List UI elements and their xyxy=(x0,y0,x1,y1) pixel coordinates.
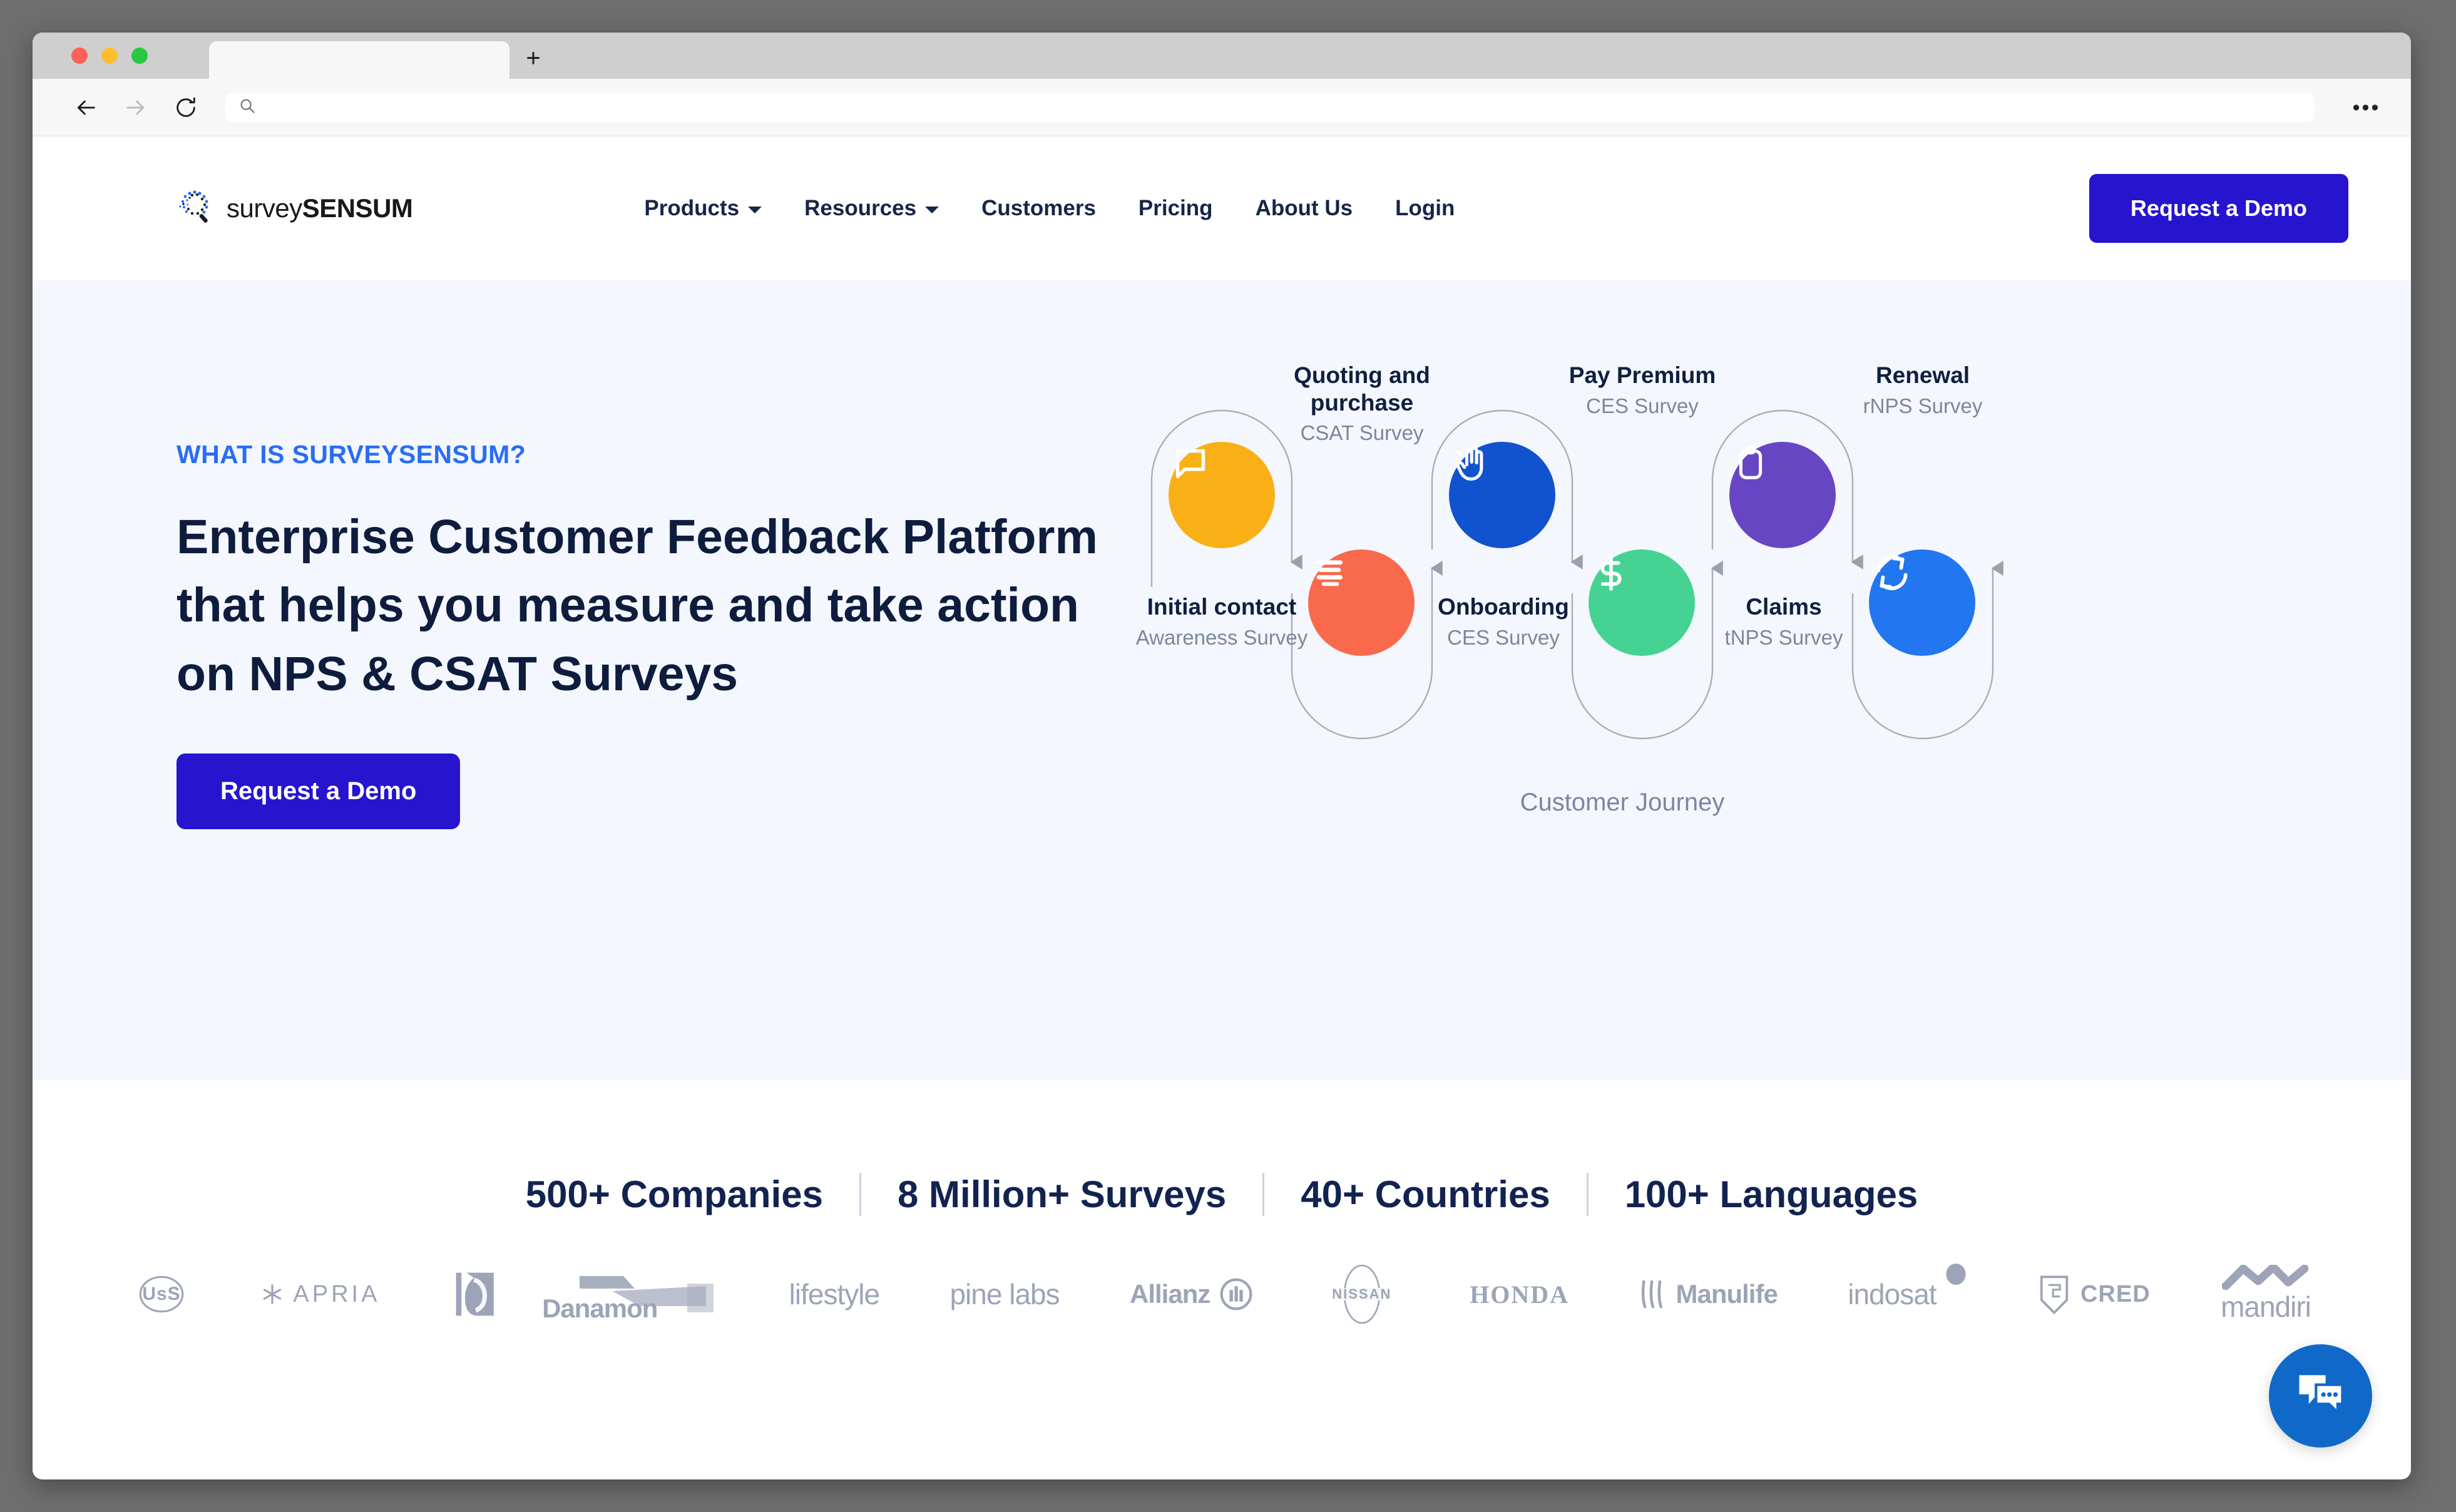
surveysensum-logo-icon xyxy=(177,188,218,229)
client-logo-lifestyle: lifestyle xyxy=(789,1260,880,1329)
client-logo-lifestyle-label: lifestyle xyxy=(789,1278,880,1310)
browser-tabstrip: + xyxy=(33,33,2411,79)
client-logo-honda: HONDA xyxy=(1470,1260,1569,1329)
client-logo-honda-label: HONDA xyxy=(1470,1280,1570,1309)
journey-label-onboarding: Onboarding CES Survey xyxy=(1438,594,1569,649)
chat-bubbles-icon xyxy=(2292,1366,2350,1426)
client-logo-strip: UsS APRIA Danamon lifestyle pine labs Al… xyxy=(33,1216,2411,1329)
forward-arrow-icon[interactable] xyxy=(121,93,150,122)
cred-shield-icon xyxy=(2040,1275,2069,1315)
journey-label-quoting-and-purchase: Quoting and purchase CSAT Survey xyxy=(1294,362,1430,445)
journey-circle-claims xyxy=(1729,442,1836,548)
client-logo-nissan: NISSAN xyxy=(1324,1260,1399,1329)
client-logo-indosat-label: indosat xyxy=(1848,1278,1937,1310)
client-logo-mark xyxy=(451,1260,504,1329)
client-logo-allianz-label: Allianz xyxy=(1130,1279,1210,1309)
window-controls xyxy=(71,48,148,64)
client-logo-manulife: Manulife xyxy=(1639,1260,1778,1329)
search-icon xyxy=(238,96,257,118)
new-tab-button[interactable]: + xyxy=(522,46,545,71)
customer-journey-diagram: Initial contact Awareness Survey Quoting… xyxy=(1136,362,2198,816)
stat-languages: 100+ Languages xyxy=(1586,1173,1955,1216)
journey-circle-onboarding xyxy=(1449,442,1555,548)
client-logo-uss-label: UsS xyxy=(142,1284,181,1304)
chevron-down-icon xyxy=(748,206,762,213)
browser-menu-button[interactable]: ••• xyxy=(2345,97,2388,118)
stats-row: 500+ Companies 8 Million+ Surveys 40+ Co… xyxy=(33,1173,2411,1216)
client-logo-pine-labs-label: pine labs xyxy=(949,1278,1060,1310)
stats-band: 500+ Companies 8 Million+ Surveys 40+ Co… xyxy=(33,1080,2411,1329)
hero-request-demo-button[interactable]: Request a Demo xyxy=(177,753,461,829)
hero-illustration: Initial contact Awareness Survey Quoting… xyxy=(1136,280,2411,1080)
journey-circle-initial-contact xyxy=(1169,442,1275,548)
client-logo-allianz: Allianz xyxy=(1130,1260,1254,1329)
stat-countries: 40+ Countries xyxy=(1262,1173,1586,1216)
header-request-demo-button[interactable]: Request a Demo xyxy=(2089,174,2348,243)
minimize-window-button[interactable] xyxy=(101,48,118,64)
chevron-down-icon xyxy=(925,206,939,213)
page-title: Enterprise Customer Feedback Platform th… xyxy=(177,510,1098,701)
hero-section: WHAT IS SURVEYSENSUM? Enterprise Custome… xyxy=(33,280,2411,1080)
maximize-window-button[interactable] xyxy=(131,48,148,64)
manulife-mark-icon xyxy=(1642,1280,1663,1309)
client-logo-mandiri: mandiri xyxy=(2221,1260,2311,1329)
nav-item-products[interactable]: Products xyxy=(644,196,762,221)
url-bar[interactable] xyxy=(225,93,2315,122)
browser-tab[interactable] xyxy=(209,41,509,79)
stat-companies: 500+ Companies xyxy=(525,1173,823,1215)
browser-toolbar: ••• xyxy=(33,79,2411,136)
site-header: surveySENSUM Products Resources Customer… xyxy=(33,136,2411,280)
nav-item-pricing[interactable]: Pricing xyxy=(1138,196,1213,221)
journey-caption: Customer Journey xyxy=(1520,789,1725,816)
reload-icon[interactable] xyxy=(171,93,200,122)
client-logo-indosat: indosat xyxy=(1848,1260,1966,1329)
allianz-mark-icon xyxy=(1220,1278,1252,1310)
client-logo-danamon: Danamon xyxy=(542,1260,719,1329)
logo-word-sensum: SENSUM xyxy=(302,193,413,223)
site-logo-text: surveySENSUM xyxy=(227,193,413,223)
hero-eyebrow: WHAT IS SURVEYSENSUM? xyxy=(177,440,526,469)
client-logo-cred-label: CRED xyxy=(2080,1280,2151,1307)
client-logo-mandiri-label: mandiri xyxy=(2221,1290,2311,1323)
client-logo-pine-labs: pine labs xyxy=(949,1260,1060,1329)
client-logo-danamon-label: Danamon xyxy=(542,1294,658,1323)
logo-word-survey: survey xyxy=(227,193,302,223)
client-logo-manulife-label: Manulife xyxy=(1676,1279,1778,1309)
abstract-mark-icon xyxy=(456,1272,494,1316)
nav-item-about-us[interactable]: About Us xyxy=(1256,196,1353,221)
journey-label-claims: Claims tNPS Survey xyxy=(1724,594,1843,649)
nav-item-login[interactable]: Login xyxy=(1395,196,1455,221)
site-logo[interactable]: surveySENSUM xyxy=(177,188,413,229)
nav-item-resources[interactable]: Resources xyxy=(804,196,939,221)
client-logo-apria-label: APRIA xyxy=(293,1280,381,1307)
indosat-dot-icon xyxy=(1945,1264,1966,1285)
client-logo-apria: APRIA xyxy=(260,1260,380,1329)
asterisk-icon xyxy=(264,1284,282,1304)
journey-label-renewal: Renewal rNPS Survey xyxy=(1863,362,1983,417)
journey-label-pay-premium: Pay Premium CES Survey xyxy=(1568,362,1716,417)
journey-circle-renewal xyxy=(1869,549,1975,656)
nav-label-resources: Resources xyxy=(804,196,917,220)
client-logo-cred: CRED xyxy=(2037,1260,2151,1329)
url-input[interactable] xyxy=(265,99,2302,116)
page-viewport: surveySENSUM Products Resources Customer… xyxy=(33,136,2411,1479)
chat-widget-button[interactable] xyxy=(2269,1344,2372,1448)
browser-window: + ••• surveySENSUM Products Resources Cu… xyxy=(33,33,2411,1479)
journey-label-initial-contact: Initial contact Awareness Survey xyxy=(1135,594,1308,649)
nav-item-customers[interactable]: Customers xyxy=(981,196,1096,221)
main-navigation: Products Resources Customers Pricing Abo… xyxy=(644,196,1455,221)
back-arrow-icon[interactable] xyxy=(71,93,100,122)
hero-copy: WHAT IS SURVEYSENSUM? Enterprise Custome… xyxy=(33,280,1147,1080)
mandiri-wave-icon xyxy=(2221,1265,2309,1290)
close-window-button[interactable] xyxy=(71,48,88,64)
nav-label-products: Products xyxy=(644,196,740,220)
client-logo-uss: UsS xyxy=(133,1260,190,1329)
stat-surveys: 8 Million+ Surveys xyxy=(859,1173,1262,1216)
client-logo-nissan-label: NISSAN xyxy=(1332,1286,1392,1302)
